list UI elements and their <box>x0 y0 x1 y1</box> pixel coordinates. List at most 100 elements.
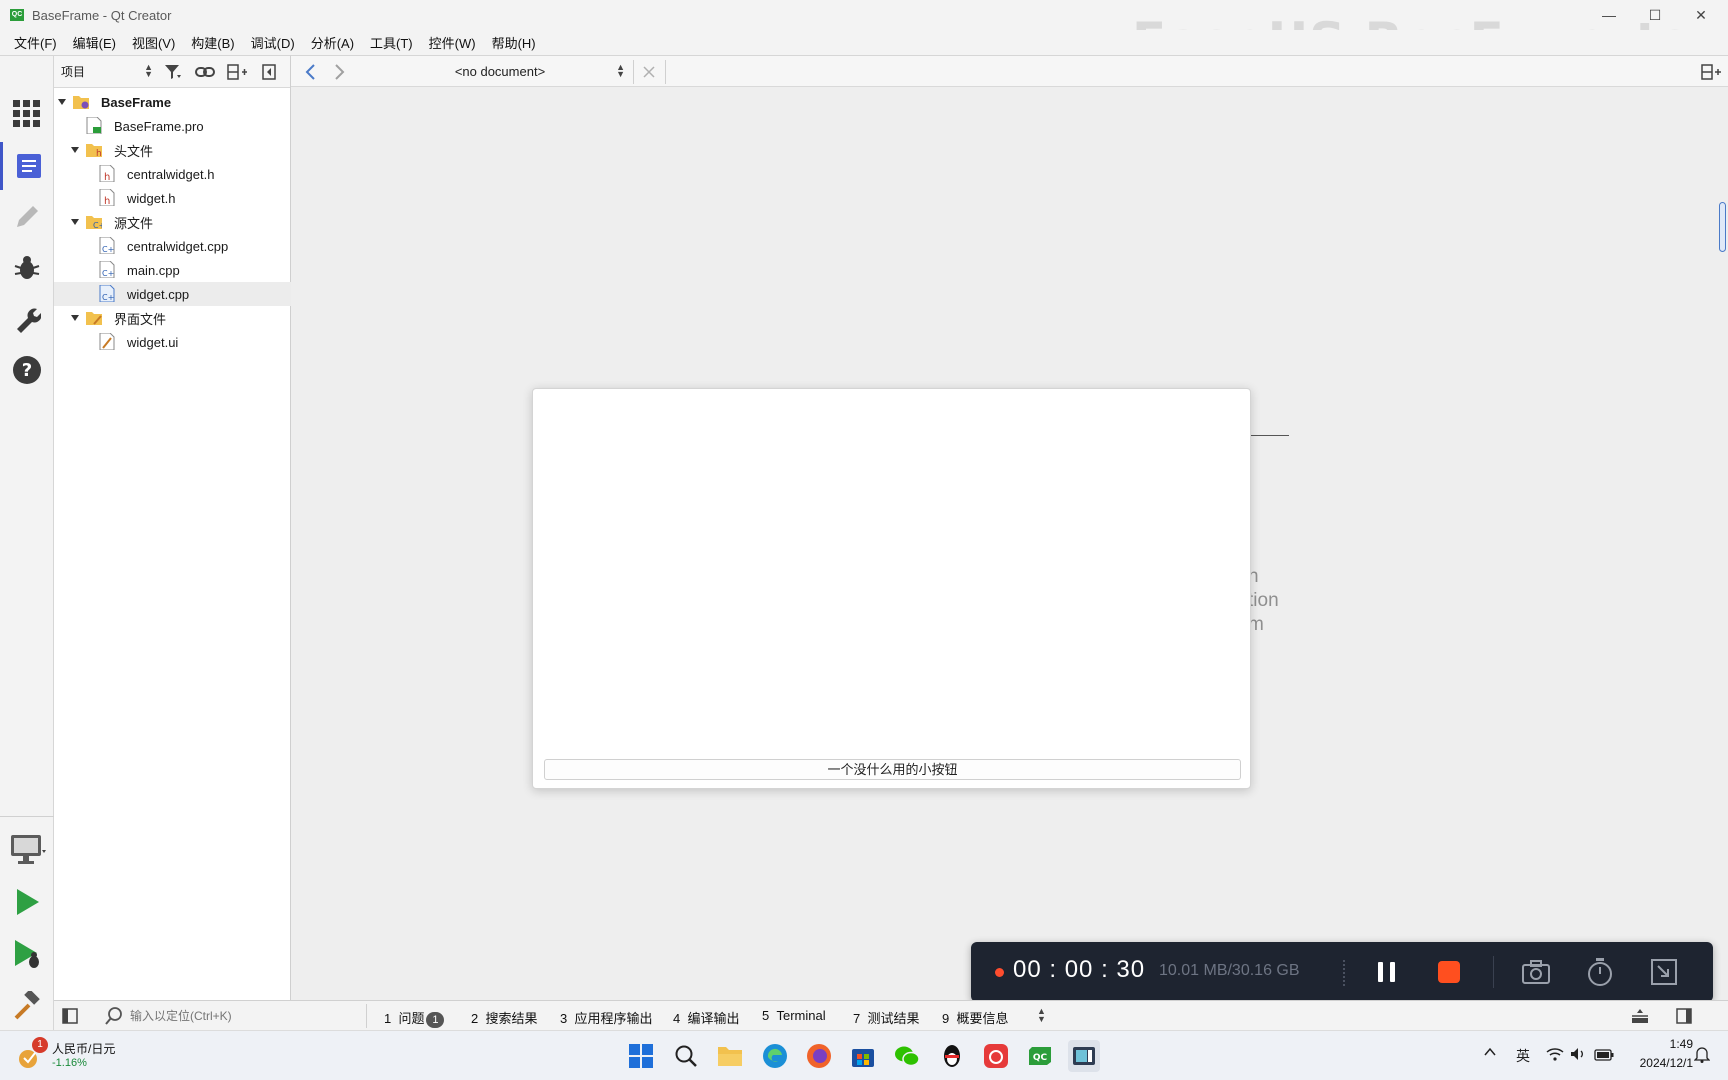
build-button[interactable] <box>0 982 54 1030</box>
recording-indicator <box>995 968 1004 977</box>
close-panel-button[interactable] <box>253 59 285 85</box>
clock[interactable]: 1:49 2024/12/1 <box>1623 1035 1693 1073</box>
svg-text:QC: QC <box>1033 1053 1048 1063</box>
expand-arrow-icon <box>71 315 79 321</box>
close-document-button[interactable] <box>637 60 661 84</box>
run-button[interactable] <box>0 878 54 926</box>
tab-label: 搜索结果 <box>485 1011 538 1026</box>
taskbar-qt-creator[interactable]: QC <box>1024 1040 1056 1072</box>
mode-help[interactable]: ? <box>0 346 54 394</box>
forward-button[interactable] <box>329 60 351 84</box>
updown-icon: ▲ ▼ <box>1037 1006 1046 1024</box>
taskbar-wechat[interactable] <box>891 1040 923 1072</box>
taskbar-netease-music[interactable] <box>980 1040 1012 1072</box>
filter-tree-button[interactable] <box>157 59 189 85</box>
menu-edit[interactable]: 编辑(E) <box>65 33 124 52</box>
menu-file[interactable]: 文件(F) <box>6 33 65 52</box>
kit-selector[interactable] <box>0 825 54 873</box>
split-editor-button[interactable] <box>1699 60 1723 84</box>
split-add-icon <box>1701 64 1721 80</box>
tree-item-file[interactable]: h centralwidget.h <box>54 162 291 186</box>
taskbar-edge[interactable] <box>759 1040 791 1072</box>
output-tab-compile-output[interactable]: 4 编译输出 <box>673 1008 739 1027</box>
mode-welcome[interactable] <box>0 90 54 138</box>
tree-item-folder[interactable]: 界面文件 <box>54 306 291 330</box>
output-tab-terminal[interactable]: 5 Terminal <box>762 1008 826 1023</box>
taskbar-file-explorer[interactable] <box>714 1040 746 1072</box>
screenshot-button[interactable] <box>1517 954 1555 990</box>
menu-help[interactable]: 帮助(H) <box>484 33 544 52</box>
tree-label: centralwidget.cpp <box>127 238 229 254</box>
start-button[interactable] <box>625 1040 657 1072</box>
toggle-right-sidebar-button[interactable] <box>1676 1008 1694 1024</box>
menu-build[interactable]: 构建(B) <box>183 33 242 52</box>
tree-item-folder[interactable]: h 头文件 <box>54 138 291 162</box>
drag-handle[interactable] <box>1343 960 1345 986</box>
output-tab-search-results[interactable]: 2 搜索结果 <box>471 1008 537 1027</box>
battery-status[interactable] <box>1594 1048 1614 1064</box>
search-icon <box>675 1045 697 1067</box>
link-editor-button[interactable] <box>189 59 221 85</box>
recorder-app-icon <box>1073 1047 1095 1065</box>
output-tab-general-messages[interactable]: 9 概要信息 <box>942 1008 1008 1027</box>
taskbar-firefox[interactable] <box>803 1040 835 1072</box>
tree-item-file-selected[interactable]: C+ widget.cpp <box>54 282 291 306</box>
mode-edit[interactable] <box>0 142 54 190</box>
header-file-icon: h <box>99 165 115 182</box>
taskbar-store[interactable] <box>847 1040 879 1072</box>
volume-control[interactable] <box>1570 1047 1586 1064</box>
tree-item-file[interactable]: h widget.h <box>54 186 291 210</box>
taskbar-search-button[interactable] <box>670 1040 702 1072</box>
menu-analyze[interactable]: 分析(A) <box>303 33 362 52</box>
tree-item-file[interactable]: C+ main.cpp <box>54 258 291 282</box>
back-button[interactable] <box>299 60 321 84</box>
locator-input[interactable] <box>130 1009 360 1023</box>
mode-projects[interactable] <box>0 295 54 343</box>
tree-item-file[interactable]: C+ centralwidget.cpp <box>54 234 291 258</box>
toggle-sidebar-button[interactable] <box>62 1008 80 1024</box>
mode-divider <box>0 816 54 817</box>
tree-item-project[interactable]: BaseFrame <box>54 90 291 114</box>
split-add-icon <box>227 63 247 80</box>
schedule-button[interactable] <box>1581 954 1619 990</box>
qt-project-file-icon <box>86 117 102 134</box>
tree-item-folder[interactable]: C+ 源文件 <box>54 210 291 234</box>
scrollbar-thumb[interactable] <box>1719 202 1726 252</box>
view-selector[interactable]: 项目 ▲ ▼ <box>57 59 157 85</box>
notifications-button[interactable] <box>1693 1045 1711 1066</box>
ui-file-icon <box>99 333 115 350</box>
firefox-icon <box>807 1044 831 1068</box>
tree-item-file[interactable]: BaseFrame.pro <box>54 114 291 138</box>
input-language-indicator[interactable]: 英 <box>1516 1046 1530 1066</box>
tree-item-file[interactable]: widget.ui <box>54 330 291 354</box>
output-tab-application-output[interactable]: 3 应用程序输出 <box>560 1008 652 1027</box>
more-tabs-button[interactable]: ▲ ▼ <box>1037 1006 1046 1024</box>
source-folder-icon: C+ <box>86 216 102 230</box>
toolbar-divider <box>665 60 666 84</box>
split-panel-button[interactable] <box>221 59 253 85</box>
taskbar-recexperts[interactable] <box>1068 1040 1100 1072</box>
network-status[interactable] <box>1546 1047 1564 1064</box>
weather-widget[interactable]: 1 人民币/日元 -1.16% <box>14 1037 154 1075</box>
useless-button[interactable]: 一个没什么用的小按钮 <box>544 759 1241 780</box>
updown-icon: ▲ ▼ <box>616 62 625 79</box>
minimize-recorder-button[interactable] <box>1645 954 1683 990</box>
document-selector-label: <no document> <box>454 64 546 79</box>
output-tab-test-results[interactable]: 7 测试结果 <box>853 1008 919 1027</box>
output-tab-issues[interactable]: 1 问题 1 <box>384 1008 445 1028</box>
document-selector[interactable]: <no document> ▲ ▼ <box>371 59 629 85</box>
menu-view[interactable]: 视图(V) <box>124 33 183 52</box>
right-sidebar-icon <box>1676 1008 1692 1024</box>
menu-debug[interactable]: 调试(D) <box>243 33 303 52</box>
taskbar-qq[interactable] <box>936 1040 968 1072</box>
mode-design[interactable] <box>0 193 54 241</box>
toggle-output-pane-button[interactable] <box>1630 1007 1650 1025</box>
mode-debug[interactable] <box>0 244 54 292</box>
stop-button[interactable] <box>1430 954 1468 990</box>
menu-tools[interactable]: 工具(T) <box>362 33 421 52</box>
pause-button[interactable] <box>1368 954 1406 990</box>
menu-widgets[interactable]: 控件(W) <box>421 33 484 52</box>
battery-icon <box>1594 1049 1614 1061</box>
start-debugging-button[interactable] <box>0 930 54 978</box>
show-hidden-icons-button[interactable] <box>1483 1045 1497 1062</box>
